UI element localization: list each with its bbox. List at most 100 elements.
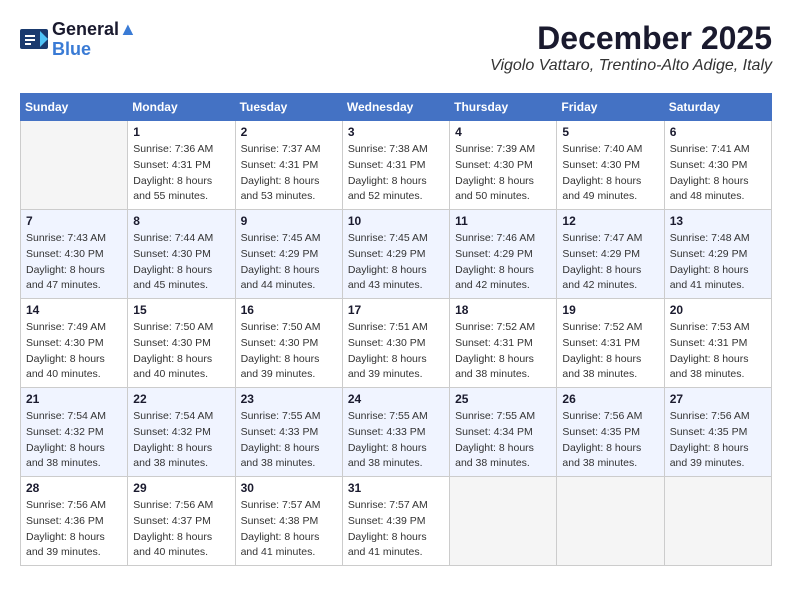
day-info: Sunrise: 7:46 AMSunset: 4:29 PMDaylight:… (455, 231, 551, 294)
day-number: 7 (26, 214, 122, 228)
day-info: Sunrise: 7:45 AMSunset: 4:29 PMDaylight:… (241, 231, 337, 294)
calendar-cell (664, 477, 771, 566)
calendar-cell: 22Sunrise: 7:54 AMSunset: 4:32 PMDayligh… (128, 388, 235, 477)
day-number: 26 (562, 392, 658, 406)
day-number: 21 (26, 392, 122, 406)
day-info: Sunrise: 7:56 AMSunset: 4:37 PMDaylight:… (133, 498, 229, 561)
calendar-week-row: 1 Sunrise: 7:36 AMSunset: 4:31 PMDaylight… (21, 121, 772, 210)
calendar-cell: 19 Sunrise: 7:52 AMSunset: 4:31 PMDayligh… (557, 299, 664, 388)
calendar-cell: 23 Sunrise: 7:55 AMSunset: 4:33 PMDayligh… (235, 388, 342, 477)
day-info: Sunrise: 7:56 AMSunset: 4:35 PMDaylight:… (562, 409, 658, 472)
location-title: Vigolo Vattaro, Trentino-Alto Adige, Ita… (490, 57, 772, 75)
day-number: 18 (455, 303, 551, 317)
calendar-cell: 1 Sunrise: 7:36 AMSunset: 4:31 PMDaylight… (128, 121, 235, 210)
day-info: Sunrise: 7:38 AMSunset: 4:31 PMDaylight:… (348, 142, 444, 205)
day-info: Sunrise: 7:48 AMSunset: 4:29 PMDaylight:… (670, 231, 766, 294)
day-info: Sunrise: 7:52 AMSunset: 4:31 PMDaylight:… (562, 320, 658, 383)
day-number: 11 (455, 214, 551, 228)
day-info: Sunrise: 7:54 AMSunset: 4:32 PMDaylight:… (26, 409, 122, 472)
calendar-header-row: SundayMondayTuesdayWednesdayThursdayFrid… (21, 94, 772, 121)
calendar-cell: 25Sunrise: 7:55 AMSunset: 4:34 PMDayligh… (450, 388, 557, 477)
calendar-cell: 6 Sunrise: 7:41 AMSunset: 4:30 PMDaylight… (664, 121, 771, 210)
day-info: Sunrise: 7:40 AMSunset: 4:30 PMDaylight:… (562, 142, 658, 205)
day-number: 31 (348, 481, 444, 495)
day-info: Sunrise: 7:47 AMSunset: 4:29 PMDaylight:… (562, 231, 658, 294)
day-number: 20 (670, 303, 766, 317)
day-info: Sunrise: 7:36 AMSunset: 4:31 PMDaylight:… (133, 142, 229, 205)
day-info: Sunrise: 7:56 AMSunset: 4:36 PMDaylight:… (26, 498, 122, 561)
calendar-cell: 17 Sunrise: 7:51 AMSunset: 4:30 PMDayligh… (342, 299, 449, 388)
calendar: SundayMondayTuesdayWednesdayThursdayFrid… (20, 93, 772, 566)
calendar-cell: 24Sunrise: 7:55 AMSunset: 4:33 PMDayligh… (342, 388, 449, 477)
logo-icon (20, 29, 50, 51)
calendar-cell: 29 Sunrise: 7:56 AMSunset: 4:37 PMDayligh… (128, 477, 235, 566)
calendar-cell: 31 Sunrise: 7:57 AMSunset: 4:39 PMDayligh… (342, 477, 449, 566)
day-number: 25 (455, 392, 551, 406)
calendar-week-row: 21 Sunrise: 7:54 AMSunset: 4:32 PMDayligh… (21, 388, 772, 477)
calendar-cell: 10Sunrise: 7:45 AMSunset: 4:29 PMDayligh… (342, 210, 449, 299)
day-info: Sunrise: 7:37 AMSunset: 4:31 PMDaylight:… (241, 142, 337, 205)
day-info: Sunrise: 7:44 AMSunset: 4:30 PMDaylight:… (133, 231, 229, 294)
day-number: 22 (133, 392, 229, 406)
calendar-cell (450, 477, 557, 566)
calendar-cell: 27 Sunrise: 7:56 AMSunset: 4:35 PMDayligh… (664, 388, 771, 477)
day-number: 3 (348, 125, 444, 139)
day-number: 2 (241, 125, 337, 139)
day-number: 23 (241, 392, 337, 406)
weekday-header-tuesday: Tuesday (235, 94, 342, 121)
calendar-week-row: 28 Sunrise: 7:56 AMSunset: 4:36 PMDayligh… (21, 477, 772, 566)
calendar-cell (557, 477, 664, 566)
day-info: Sunrise: 7:50 AMSunset: 4:30 PMDaylight:… (241, 320, 337, 383)
day-number: 16 (241, 303, 337, 317)
day-number: 13 (670, 214, 766, 228)
day-number: 28 (26, 481, 122, 495)
calendar-cell: 12 Sunrise: 7:47 AMSunset: 4:29 PMDayligh… (557, 210, 664, 299)
day-number: 29 (133, 481, 229, 495)
calendar-week-row: 14Sunrise: 7:49 AMSunset: 4:30 PMDayligh… (21, 299, 772, 388)
day-info: Sunrise: 7:49 AMSunset: 4:30 PMDaylight:… (26, 320, 122, 383)
calendar-cell: 14Sunrise: 7:49 AMSunset: 4:30 PMDayligh… (21, 299, 128, 388)
calendar-week-row: 7 Sunrise: 7:43 AMSunset: 4:30 PMDaylight… (21, 210, 772, 299)
calendar-cell: 3 Sunrise: 7:38 AMSunset: 4:31 PMDaylight… (342, 121, 449, 210)
day-info: Sunrise: 7:51 AMSunset: 4:30 PMDaylight:… (348, 320, 444, 383)
logo-text: General▲ Blue (52, 20, 137, 60)
day-info: Sunrise: 7:41 AMSunset: 4:30 PMDaylight:… (670, 142, 766, 205)
calendar-cell: 20 Sunrise: 7:53 AMSunset: 4:31 PMDayligh… (664, 299, 771, 388)
day-info: Sunrise: 7:57 AMSunset: 4:38 PMDaylight:… (241, 498, 337, 561)
calendar-cell: 7 Sunrise: 7:43 AMSunset: 4:30 PMDaylight… (21, 210, 128, 299)
calendar-cell: 26 Sunrise: 7:56 AMSunset: 4:35 PMDayligh… (557, 388, 664, 477)
calendar-cell: 4 Sunrise: 7:39 AMSunset: 4:30 PMDaylight… (450, 121, 557, 210)
calendar-cell: 9 Sunrise: 7:45 AMSunset: 4:29 PMDaylight… (235, 210, 342, 299)
calendar-cell: 28 Sunrise: 7:56 AMSunset: 4:36 PMDayligh… (21, 477, 128, 566)
day-number: 1 (133, 125, 229, 139)
day-number: 15 (133, 303, 229, 317)
calendar-cell: 21 Sunrise: 7:54 AMSunset: 4:32 PMDayligh… (21, 388, 128, 477)
day-info: Sunrise: 7:39 AMSunset: 4:30 PMDaylight:… (455, 142, 551, 205)
day-number: 30 (241, 481, 337, 495)
calendar-cell: 8 Sunrise: 7:44 AMSunset: 4:30 PMDaylight… (128, 210, 235, 299)
day-info: Sunrise: 7:52 AMSunset: 4:31 PMDaylight:… (455, 320, 551, 383)
day-info: Sunrise: 7:55 AMSunset: 4:33 PMDaylight:… (241, 409, 337, 472)
logo-line2: Blue (52, 40, 137, 60)
day-number: 19 (562, 303, 658, 317)
day-info: Sunrise: 7:53 AMSunset: 4:31 PMDaylight:… (670, 320, 766, 383)
day-number: 6 (670, 125, 766, 139)
day-number: 8 (133, 214, 229, 228)
calendar-cell: 2 Sunrise: 7:37 AMSunset: 4:31 PMDaylight… (235, 121, 342, 210)
day-number: 4 (455, 125, 551, 139)
day-info: Sunrise: 7:56 AMSunset: 4:35 PMDaylight:… (670, 409, 766, 472)
day-number: 24 (348, 392, 444, 406)
weekday-header-monday: Monday (128, 94, 235, 121)
day-number: 10 (348, 214, 444, 228)
day-number: 12 (562, 214, 658, 228)
day-number: 17 (348, 303, 444, 317)
calendar-cell: 15Sunrise: 7:50 AMSunset: 4:30 PMDayligh… (128, 299, 235, 388)
title-section: December 2025 Vigolo Vattaro, Trentino-A… (490, 20, 772, 75)
day-info: Sunrise: 7:43 AMSunset: 4:30 PMDaylight:… (26, 231, 122, 294)
weekday-header-thursday: Thursday (450, 94, 557, 121)
calendar-cell: 11 Sunrise: 7:46 AMSunset: 4:29 PMDayligh… (450, 210, 557, 299)
day-number: 9 (241, 214, 337, 228)
day-number: 27 (670, 392, 766, 406)
day-info: Sunrise: 7:57 AMSunset: 4:39 PMDaylight:… (348, 498, 444, 561)
calendar-cell: 13 Sunrise: 7:48 AMSunset: 4:29 PMDayligh… (664, 210, 771, 299)
